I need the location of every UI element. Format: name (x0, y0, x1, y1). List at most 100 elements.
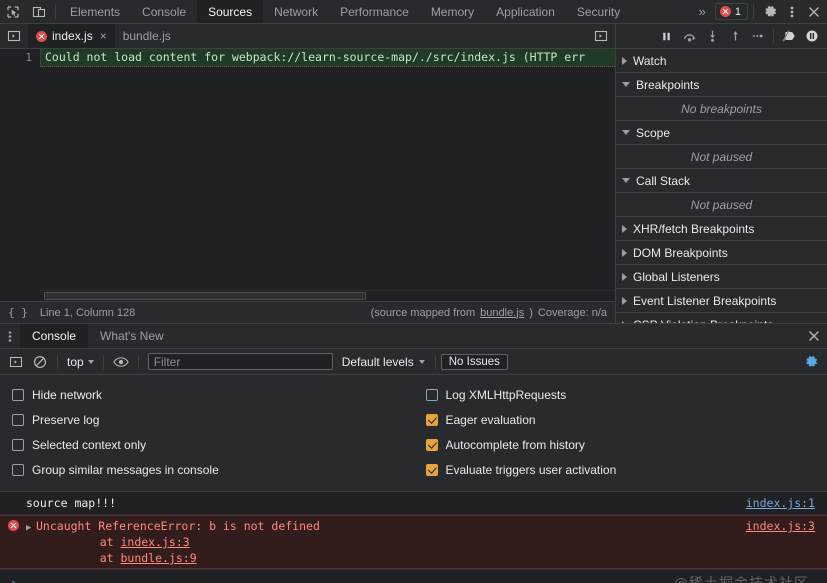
setting-eager-evaluation[interactable]: Eager evaluation (414, 407, 827, 432)
tab-performance[interactable]: Performance (329, 0, 420, 23)
show-debugger-icon[interactable] (587, 24, 615, 48)
setting-label: Group similar messages in console (32, 462, 219, 477)
debugger-section-call-stack[interactable]: Call Stack (616, 169, 827, 193)
debugger-section-xhr-breakpoints[interactable]: XHR/fetch Breakpoints (616, 217, 827, 241)
chevron-right-icon (622, 56, 627, 65)
code-content-area[interactable]: Could not load content for webpack://lea… (40, 49, 615, 67)
panel-tab-list: Elements Console Sources Network Perform… (59, 0, 692, 23)
debugger-section-global-listeners[interactable]: Global Listeners (616, 265, 827, 289)
checkbox[interactable] (425, 463, 438, 476)
debugger-section-breakpoints[interactable]: Breakpoints (616, 73, 827, 97)
checkbox[interactable] (425, 438, 438, 451)
checkbox[interactable] (425, 413, 438, 426)
console-message-source-link[interactable]: index.js:1 (746, 495, 827, 511)
setting-label: Eager evaluation (445, 412, 536, 427)
show-navigator-icon[interactable] (0, 24, 28, 48)
section-label: DOM Breakpoints (633, 245, 728, 260)
issues-button[interactable]: No Issues (440, 353, 508, 370)
error-circle-icon (7, 520, 19, 531)
tab-security[interactable]: Security (566, 0, 631, 23)
step-into-icon[interactable] (701, 25, 723, 47)
drawer-kebab-menu-icon[interactable] (0, 324, 20, 348)
setting-selected-context-only[interactable]: Selected context only (0, 432, 414, 457)
tab-console[interactable]: Console (131, 0, 197, 23)
tab-application[interactable]: Application (485, 0, 566, 23)
setting-evaluate-triggers-user-activation[interactable]: Evaluate triggers user activation (414, 457, 827, 482)
checkbox[interactable] (12, 463, 24, 476)
console-error-message[interactable]: ▶ Uncaught ReferenceError: b is not defi… (0, 515, 827, 569)
call-stack-empty-text: Not paused (616, 193, 827, 217)
step-out-icon[interactable] (724, 25, 746, 47)
gear-icon[interactable] (757, 0, 783, 23)
setting-preserve-log[interactable]: Preserve log (0, 407, 414, 432)
editor-tab-index-js[interactable]: index.js × (28, 24, 115, 48)
step-over-icon[interactable] (678, 25, 700, 47)
device-toolbar-icon[interactable] (26, 0, 52, 23)
stack-link[interactable]: bundle.js:9 (120, 551, 196, 565)
console-input-prompt[interactable]: › @稀土掘金技术社区 (0, 569, 827, 583)
debugger-section-csp-violation-breakpoints[interactable]: CSP Violation Breakpoints (616, 313, 827, 323)
step-icon[interactable] (747, 25, 769, 47)
console-settings-gear-icon[interactable] (799, 350, 823, 374)
code-editor[interactable]: 1 Could not load content for webpack://l… (0, 49, 615, 301)
tab-network[interactable]: Network (263, 0, 329, 23)
deactivate-breakpoints-icon[interactable] (778, 25, 800, 47)
more-tabs-icon[interactable]: » (692, 0, 713, 23)
debugger-sidebar: Watch Breakpoints No breakpoints Scope N… (615, 24, 827, 323)
inspect-cursor-icon[interactable] (0, 0, 26, 23)
cursor-position-label: Line 1, Column 128 (39, 306, 136, 319)
pause-on-exceptions-icon[interactable] (801, 25, 823, 47)
debugger-sections-list: Watch Breakpoints No breakpoints Scope N… (616, 49, 827, 323)
section-label: Watch (633, 53, 667, 68)
debugger-section-watch[interactable]: Watch (616, 49, 827, 73)
source-map-suffix: ) (529, 306, 533, 319)
pretty-print-braces-icon[interactable]: { } (8, 306, 28, 319)
console-message-text: source map!!! (26, 496, 117, 510)
setting-hide-network[interactable]: Hide network (0, 382, 414, 407)
sources-editor-column: index.js × bundle.js 1 Could not load co… (0, 24, 615, 323)
clear-console-icon[interactable] (28, 350, 52, 374)
scrollbar-track[interactable] (40, 290, 615, 300)
setting-group-similar-messages[interactable]: Group similar messages in console (0, 457, 414, 482)
setting-log-xmlhttprequests[interactable]: Log XMLHttpRequests (414, 382, 827, 407)
chevron-right-icon (622, 248, 627, 257)
drawer-tab-whats-new[interactable]: What's New (88, 324, 176, 348)
console-filter-input[interactable] (147, 353, 333, 370)
code-line-1: Could not load content for webpack://lea… (41, 49, 615, 67)
debugger-section-event-listener-breakpoints[interactable]: Event Listener Breakpoints (616, 289, 827, 313)
stack-link[interactable]: index.js:3 (120, 535, 189, 549)
execution-context-selector[interactable]: top (63, 355, 98, 369)
live-expression-eye-icon[interactable] (109, 350, 133, 374)
checkbox[interactable] (425, 388, 438, 401)
log-levels-selector[interactable]: Default levels (337, 355, 430, 369)
drawer-tab-console[interactable]: Console (20, 324, 89, 348)
error-icon-wrap (0, 518, 26, 531)
scrollbar-thumb[interactable] (44, 292, 366, 300)
setting-autocomplete-from-history[interactable]: Autocomplete from history (414, 432, 827, 457)
setting-label: Selected context only (32, 437, 147, 452)
checkbox[interactable] (12, 388, 24, 401)
debugger-section-scope[interactable]: Scope (616, 121, 827, 145)
close-icon[interactable] (801, 0, 827, 23)
expand-arrow-icon[interactable]: ▶ (26, 518, 36, 536)
tab-memory[interactable]: Memory (420, 0, 485, 23)
pause-script-execution-icon[interactable] (655, 25, 677, 47)
tab-elements[interactable]: Elements (59, 0, 131, 23)
error-count-badge[interactable]: 1 (714, 3, 748, 20)
kebab-menu-icon[interactable] (783, 0, 801, 23)
close-tab-icon[interactable]: × (100, 29, 107, 43)
source-map-link[interactable]: bundle.js (480, 307, 524, 319)
checkbox[interactable] (12, 438, 24, 451)
console-error-source-link[interactable]: index.js:3 (746, 518, 827, 534)
chevron-down-icon (622, 178, 630, 183)
checkbox[interactable] (12, 413, 24, 426)
editor-horizontal-scrollbar[interactable] (0, 289, 615, 301)
console-log-message[interactable]: source map!!! index.js:1 (0, 492, 827, 515)
console-sidebar-icon[interactable] (4, 350, 28, 374)
setting-label: Log XMLHttpRequests (445, 387, 567, 402)
drawer-close-icon[interactable] (801, 324, 827, 348)
tab-sources[interactable]: Sources (197, 0, 264, 23)
setting-label: Hide network (32, 387, 103, 402)
editor-tab-bundle-js[interactable]: bundle.js (115, 24, 179, 48)
debugger-section-dom-breakpoints[interactable]: DOM Breakpoints (616, 241, 827, 265)
